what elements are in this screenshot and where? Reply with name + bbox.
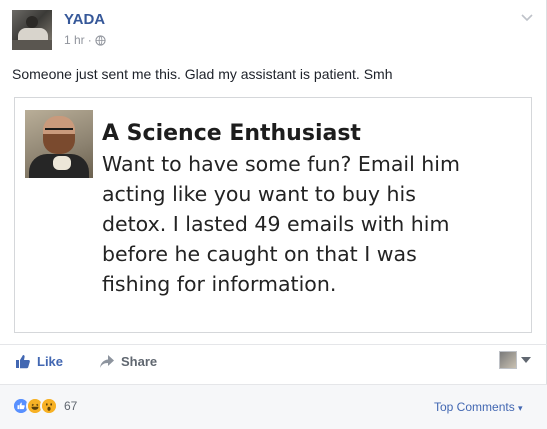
quote-line: fishing for information.	[102, 272, 337, 296]
quote-line: before he caught on that I was	[102, 242, 417, 266]
quote-line: Want to have some fun? Email him	[102, 152, 460, 176]
quote-body: Want to have some fun? Email him acting …	[102, 149, 522, 299]
quote-line: detox. I lasted 49 emails with him	[102, 212, 450, 236]
quote-line: acting like you want to buy his	[102, 182, 416, 206]
feed-post: YADA 1 hr · Someone just sent me this. G…	[0, 0, 547, 429]
post-message: Someone just sent me this. Glad my assis…	[12, 66, 393, 82]
author-name[interactable]: YADA	[64, 11, 105, 28]
action-bar: Like Share	[0, 344, 547, 380]
post-as-selector[interactable]	[499, 351, 531, 369]
meta-separator: ·	[87, 33, 92, 47]
thumbs-up-icon	[16, 355, 30, 369]
globe-icon	[95, 34, 106, 46]
share-arrow-icon	[100, 355, 114, 368]
chevron-down-icon[interactable]	[519, 9, 535, 25]
share-label: Share	[121, 354, 158, 369]
like-label: Like	[37, 354, 64, 369]
caret-down-icon	[521, 357, 531, 363]
reactions-summary[interactable]: 67	[12, 397, 77, 415]
viewer-avatar	[499, 351, 517, 369]
post-footer: 67 Top Comments ▾	[0, 385, 547, 429]
top-comments-label: Top Comments	[434, 400, 515, 414]
wow-reaction-icon	[40, 397, 58, 415]
like-button[interactable]: Like	[15, 354, 63, 369]
attached-image[interactable]: A Science Enthusiast Want to have some f…	[14, 97, 532, 333]
top-comments-dropdown[interactable]: Top Comments ▾	[434, 400, 523, 414]
quote-title: A Science Enthusiast	[102, 121, 361, 146]
post-timestamp[interactable]: 1 hr	[64, 33, 85, 47]
caret-down-icon: ▾	[518, 403, 523, 413]
share-button[interactable]: Share	[99, 354, 157, 369]
author-avatar[interactable]	[12, 10, 52, 50]
reaction-count: 67	[64, 399, 78, 413]
profile-photo	[25, 110, 93, 178]
post-meta: 1 hr ·	[64, 33, 106, 47]
